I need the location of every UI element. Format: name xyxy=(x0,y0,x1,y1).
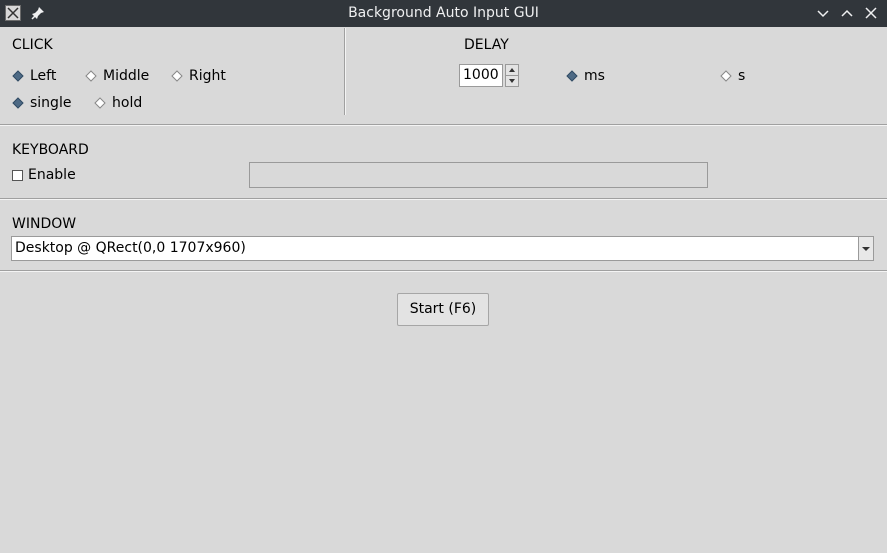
combobox-selected-value: Desktop @ QRect(0,0 1707x960) xyxy=(15,240,246,256)
window-title: Background Auto Input GUI xyxy=(348,5,539,21)
window-select-combobox[interactable]: Desktop @ QRect(0,0 1707x960) xyxy=(11,236,874,261)
radio-unselected-icon xyxy=(85,70,97,82)
radio-click-middle[interactable]: Middle xyxy=(85,66,149,86)
start-button[interactable]: Start (F6) xyxy=(397,293,489,326)
click-section-title: CLICK xyxy=(12,37,53,53)
radio-click-left[interactable]: Left xyxy=(12,66,56,86)
section-divider xyxy=(0,124,887,126)
section-divider xyxy=(0,270,887,272)
delay-spinbox[interactable]: 1000 xyxy=(459,64,519,87)
radio-mode-hold[interactable]: hold xyxy=(94,93,142,113)
spin-arrows[interactable] xyxy=(505,64,519,87)
keyboard-section-title: KEYBOARD xyxy=(12,142,89,158)
delay-value-input[interactable]: 1000 xyxy=(459,64,503,87)
radio-unselected-icon xyxy=(720,70,732,82)
radio-label: ms xyxy=(584,68,605,84)
radio-unselected-icon xyxy=(94,97,106,109)
minimize-button[interactable] xyxy=(812,2,834,24)
checkbox-label: Enable xyxy=(28,167,76,183)
radio-label: Left xyxy=(30,68,57,84)
keyboard-enable-checkbox[interactable]: Enable xyxy=(12,167,76,183)
radio-label: Right xyxy=(189,68,226,84)
close-button[interactable] xyxy=(860,2,882,24)
radio-unselected-icon xyxy=(171,70,183,82)
window-title-bar: Background Auto Input GUI xyxy=(0,0,887,27)
checkbox-unchecked-icon xyxy=(12,169,23,181)
section-divider xyxy=(0,198,887,200)
radio-unit-s[interactable]: s xyxy=(720,66,745,86)
radio-selected-icon xyxy=(12,97,24,109)
radio-label: hold xyxy=(112,95,143,111)
radio-selected-icon xyxy=(12,70,24,82)
radio-label: s xyxy=(738,68,746,84)
radio-click-right[interactable]: Right xyxy=(171,66,226,86)
radio-label: Middle xyxy=(103,68,150,84)
keyboard-input-field[interactable] xyxy=(249,162,708,188)
maximize-button[interactable] xyxy=(836,2,858,24)
radio-selected-icon xyxy=(566,70,578,82)
radio-unit-ms[interactable]: ms xyxy=(566,66,605,86)
radio-mode-single[interactable]: single xyxy=(12,93,71,113)
window-section-title: WINDOW xyxy=(12,216,77,232)
chevron-down-icon[interactable] xyxy=(858,237,873,260)
delay-section-title: DELAY xyxy=(464,37,509,53)
radio-label: single xyxy=(30,95,72,111)
section-divider xyxy=(344,28,346,115)
